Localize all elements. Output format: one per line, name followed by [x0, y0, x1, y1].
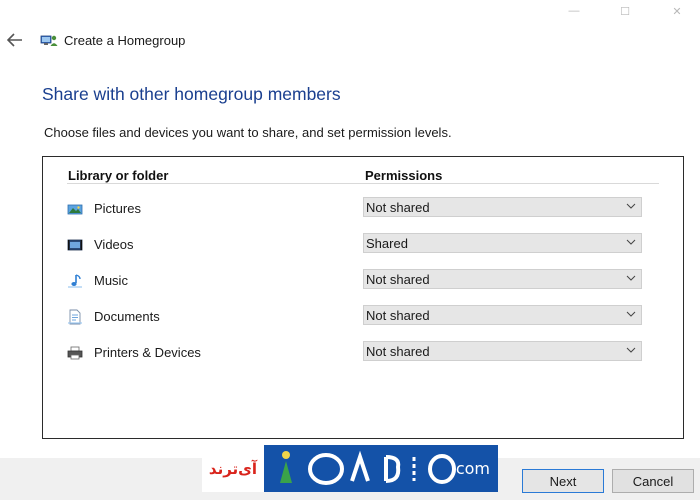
permission-select-videos[interactable]: Shared [363, 233, 642, 253]
printers-devices-icon [67, 346, 83, 360]
documents-icon [68, 309, 82, 325]
row-label: Pictures [94, 201, 141, 216]
column-header-library: Library or folder [68, 168, 169, 183]
next-button[interactable]: Next [522, 469, 604, 493]
row-label: Documents [94, 309, 160, 324]
permission-value: Not shared [366, 307, 430, 323]
permission-select-pictures[interactable]: Not shared [363, 197, 642, 217]
list-item-music: Music Not shared [43, 269, 683, 293]
videos-icon [67, 239, 83, 251]
chevron-down-icon [626, 347, 636, 353]
permission-value: Not shared [366, 271, 430, 287]
minimize-button[interactable]: — [551, 0, 597, 22]
maximize-button[interactable]: ☐ [602, 0, 648, 22]
watermark-logo-text: آی‌ترند [202, 445, 264, 492]
chevron-down-icon [626, 311, 636, 317]
music-icon [68, 274, 82, 288]
share-settings-list: Library or folder Permissions Pictures N… [42, 156, 684, 439]
row-label: Music [94, 273, 128, 288]
list-item-videos: Videos Shared [43, 233, 683, 257]
instructions-text: Choose files and devices you want to sha… [44, 125, 452, 140]
homegroup-window: — ☐ ✕ Create a Homegroup Share with othe… [0, 0, 700, 500]
pictures-icon [67, 204, 83, 215]
column-header-permissions: Permissions [365, 168, 443, 183]
header-divider [67, 183, 659, 184]
list-item-pictures: Pictures Not shared [43, 197, 683, 221]
permission-select-printers-devices[interactable]: Not shared [363, 341, 642, 361]
back-arrow-icon [7, 33, 22, 47]
watermark-logo-banner: .com [264, 445, 498, 492]
chevron-down-icon [626, 239, 636, 245]
watermark-text-right: .com [450, 459, 490, 478]
permission-value: Not shared [366, 343, 430, 359]
close-button[interactable]: ✕ [654, 0, 700, 22]
watermark-text-left: آی‌ترند [208, 459, 258, 478]
homegroup-icon [40, 35, 58, 46]
site-watermark: آی‌ترند .com [202, 445, 498, 492]
permission-value: Not shared [366, 199, 430, 215]
permission-select-documents[interactable]: Not shared [363, 305, 642, 325]
permission-value: Shared [366, 235, 408, 251]
chevron-down-icon [626, 275, 636, 281]
row-label: Printers & Devices [94, 345, 201, 360]
list-item-documents: Documents Not shared [43, 305, 683, 329]
cancel-button[interactable]: Cancel [612, 469, 694, 493]
back-button[interactable] [4, 30, 26, 50]
permission-select-music[interactable]: Not shared [363, 269, 642, 289]
window-title: Create a Homegroup [64, 33, 186, 48]
list-item-printers-devices: Printers & Devices Not shared [43, 341, 683, 365]
page-heading: Share with other homegroup members [42, 84, 341, 104]
chevron-down-icon [626, 203, 636, 209]
row-label: Videos [94, 237, 134, 252]
